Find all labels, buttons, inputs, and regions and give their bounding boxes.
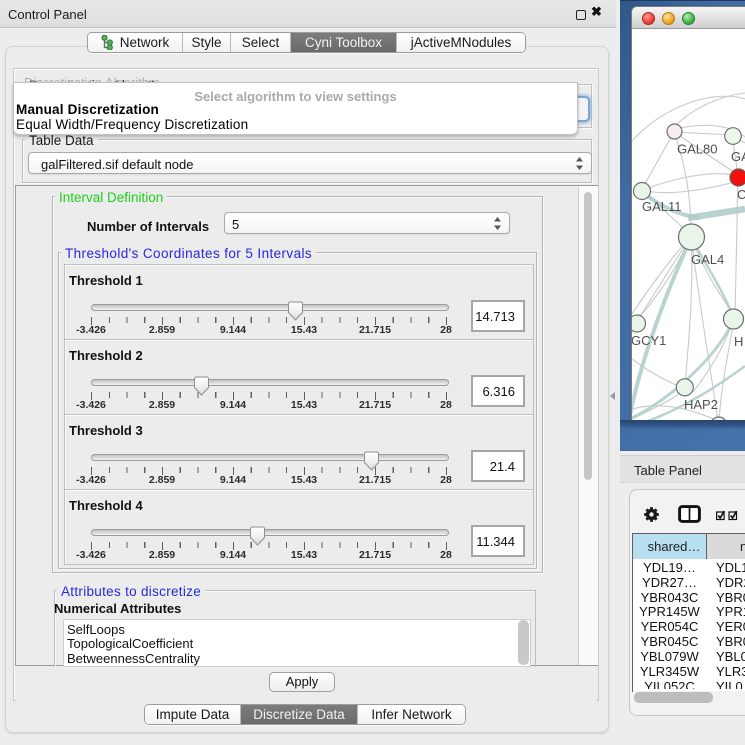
svg-text:GAL4: GAL4 — [691, 252, 724, 267]
svg-text:GAL80: GAL80 — [677, 142, 717, 157]
svg-text:GA: GA — [731, 149, 745, 164]
svg-text:H: H — [734, 334, 743, 349]
svg-text:HAP2: HAP2 — [684, 397, 718, 412]
svg-text:GCY1: GCY1 — [632, 333, 666, 348]
svg-text:GAL11: GAL11 — [642, 199, 682, 214]
svg-text:C: C — [737, 187, 745, 202]
